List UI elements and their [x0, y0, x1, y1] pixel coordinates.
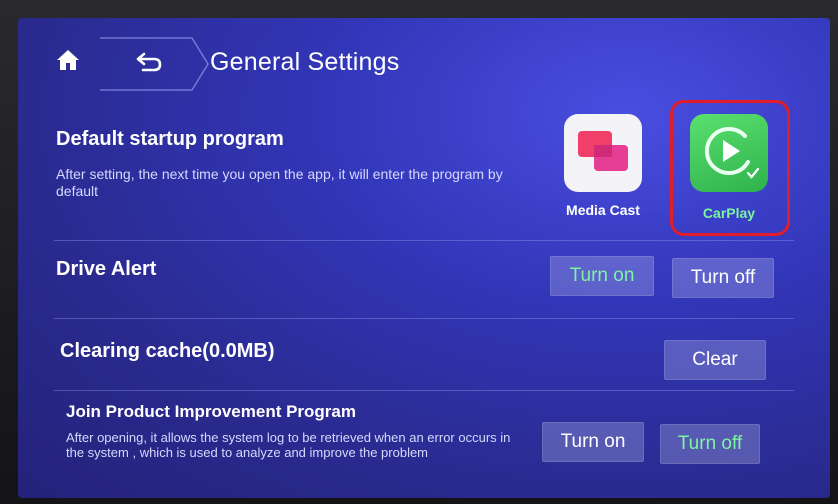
settings-screen: General Settings Default startup program…: [18, 18, 830, 498]
page-title: General Settings: [210, 48, 400, 76]
media-cast-app[interactable]: [564, 114, 642, 192]
improvement-label: Join Product Improvement Program: [66, 402, 356, 421]
cache-label: Clearing cache(0.0MB): [60, 340, 275, 362]
clear-cache-button[interactable]: Clear: [664, 340, 766, 380]
drive-alert-off-button[interactable]: Turn off: [672, 258, 774, 298]
media-cast-icon: [574, 125, 632, 182]
row-divider: [54, 318, 794, 319]
selection-highlight: [670, 100, 790, 236]
back-button[interactable]: [100, 36, 210, 92]
media-cast-label: Media Cast: [566, 202, 640, 218]
improvement-description: After opening, it allows the system log …: [66, 430, 511, 460]
startup-label: Default startup program: [56, 128, 284, 150]
row-divider: [54, 240, 794, 241]
drive-alert-on-button[interactable]: Turn on: [550, 256, 654, 296]
improvement-on-button[interactable]: Turn on: [542, 422, 644, 462]
top-bar: General Settings: [18, 18, 830, 108]
improvement-off-button[interactable]: Turn off: [660, 424, 760, 464]
row-divider: [54, 390, 794, 391]
startup-description: After setting, the next time you open th…: [56, 166, 503, 199]
home-button[interactable]: [46, 42, 90, 82]
home-icon: [55, 48, 81, 77]
back-arrow-icon: [135, 51, 163, 78]
drive-alert-label: Drive Alert: [56, 258, 157, 280]
